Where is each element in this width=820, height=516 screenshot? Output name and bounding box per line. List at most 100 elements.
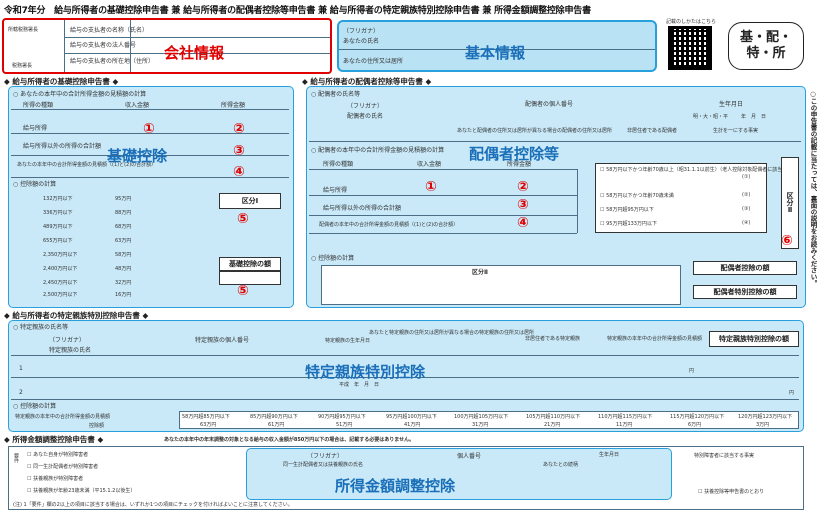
- adjust-check-2[interactable]: ☐ 同一生計配偶者が特別障害者: [27, 463, 98, 470]
- adjust-note: (注) 1「要件」欄の2以上の項目に該当する場合は、いずれか1つの項目にチェック…: [13, 502, 293, 508]
- your-address-label: あなたの住所又は居所: [343, 58, 404, 65]
- checkbox-icon[interactable]: ☐: [27, 488, 31, 494]
- bracket-5: 2,350万円以下: [43, 252, 78, 258]
- marker-3: ③: [233, 143, 245, 159]
- specific-address-label: あなたと特定親族の住所又は居所が異なる場合の特定親族の住所又は居所: [369, 330, 535, 336]
- spouse-livelihood-label: 生計を一にする事実: [713, 128, 759, 134]
- spouse-marker-2: ②: [517, 179, 529, 195]
- adjust-furigana: （フリガナ）: [307, 453, 344, 460]
- checkbox-icon[interactable]: ☐: [27, 452, 31, 458]
- spec-val-5: 31万円: [472, 422, 489, 428]
- bracket-2: 336万円以下: [43, 210, 73, 216]
- adjust-birthdate-label: 生年月日: [599, 452, 620, 458]
- specific-calc-subheading: ○ 控除額の計算: [13, 403, 57, 410]
- check-code-2: (②): [742, 192, 751, 198]
- specific-calc-label1: 特定親族の本年中の合計所得金額の見積額: [15, 414, 111, 420]
- bracket-4: 655万円以下: [43, 238, 73, 244]
- spec-bracket-9: 120万円超123万円以下: [738, 414, 793, 420]
- specific-info-subheading: ○ 特定親族の氏名等: [13, 324, 69, 331]
- kubun-1-box[interactable]: 区分Ⅰ: [219, 193, 281, 209]
- income-adjustment-note: あなたの本年中の年末調整の対象となる給与の収入金額が850万円以下の場合は、記載…: [164, 437, 415, 443]
- spouse-name-label: 配偶者の氏名: [347, 113, 384, 120]
- adjust-check-1[interactable]: ☐ あなた自身が特別障害者: [27, 451, 88, 458]
- badge-line2: 特・所: [746, 46, 786, 61]
- spouse-marker-4: ④: [517, 215, 529, 231]
- col-income-type: 所得の種類: [23, 102, 54, 109]
- income-adjustment-section: （フリガナ） 同一生計配偶者又は扶養親族の氏名 個人番号 あなたとの続柄 生年月…: [246, 448, 672, 500]
- spouse-nonresident-label: 非居住者である配偶者: [627, 128, 677, 134]
- adjust-check-3[interactable]: ☐ 扶養親族が特別障害者: [27, 475, 83, 482]
- spouse-ymd: 年 月 日: [741, 114, 767, 120]
- qr-caption: 記載のしかたはこちら: [666, 19, 717, 25]
- spec-bracket-5: 100万円超105万円以下: [454, 414, 509, 420]
- check-2[interactable]: ☐ 58万円以下かつ年齢70歳未満: [600, 192, 674, 199]
- specific-yen-2: 円: [789, 390, 795, 396]
- check-4[interactable]: ☐ 95万円超133万円以下: [600, 220, 657, 227]
- checkbox-icon[interactable]: ☐: [600, 221, 604, 227]
- spouse-calc-header: 区分Ⅱ: [472, 269, 488, 276]
- specific-deduction-header: 特定親族特別控除の額: [709, 331, 799, 347]
- basic-deduction-amount-field[interactable]: [219, 271, 281, 285]
- marker-5b: ⑤: [237, 283, 249, 299]
- checkbox-icon[interactable]: ☐: [698, 489, 702, 495]
- adjust-certificate-check[interactable]: ☐ 扶養控除等申告書のとおり: [698, 488, 764, 495]
- row-other-income: 給与所得以外の所得の合計額: [23, 143, 102, 150]
- spec-val-2: 61万円: [268, 422, 285, 428]
- specific-furigana: （フリガナ）: [49, 337, 86, 344]
- checkbox-icon[interactable]: ☐: [27, 464, 31, 470]
- spec-val-3: 51万円: [336, 422, 353, 428]
- specific-calc-table: 58万円超85万円以下 63万円 85万円超90万円以下 61万円 90万円超9…: [179, 411, 799, 429]
- spouse-row-total: 配偶者の本年中の合計所得金額の見積額（(1)と(2)の合計額）: [319, 222, 459, 228]
- checkbox-icon[interactable]: ☐: [600, 207, 604, 213]
- check-1[interactable]: ☐ 58万円以下かつ年齢70歳以上（昭31.1.1以前生）（老人控除対象配偶者に…: [600, 166, 787, 173]
- check-3-text: 58万円超95万円以下: [606, 207, 654, 213]
- payer-name-label: 給与の支払者の名称（氏名）: [70, 27, 149, 34]
- basic-info-section: （フリガナ） あなたの氏名 あなたの住所又は居所 基本情報: [337, 20, 657, 72]
- your-name-label: あなたの氏名: [343, 38, 380, 45]
- spouse-row-salary: 給与所得: [323, 187, 348, 194]
- row-salary-income: 給与所得: [23, 125, 48, 132]
- furigana-label: （フリガナ）: [343, 28, 380, 35]
- badge-line1: 基・配・: [739, 29, 792, 45]
- marker-1: ①: [143, 121, 155, 137]
- tax-office-label: 所轄税務署長: [8, 27, 39, 33]
- form-type-badge: 基・配・ 特・所: [728, 22, 804, 70]
- spouse-furigana: （フリガナ）: [347, 103, 384, 110]
- bracket-1: 132万円以下: [43, 196, 73, 202]
- qr-code-icon[interactable]: [668, 26, 712, 70]
- specific-nonresident-label: 非居住者である特定親族: [525, 336, 580, 342]
- spec-val-7: 11万円: [616, 422, 633, 428]
- adjust-check-4[interactable]: ☐ 扶養親族が年齢23歳未満（平15.1.2以後生）: [27, 487, 135, 494]
- basic-deduction-section: ○ あなたの本年中の合計所得金額の見積額の計算 所得の種類 収入金額 所得金額 …: [8, 86, 294, 308]
- specific-yen-1: 円: [689, 368, 695, 374]
- bracket-val-5: 58万円: [115, 252, 132, 258]
- checkbox-icon[interactable]: ☐: [600, 167, 604, 173]
- adjust-check-1-text: あなた自身が特別障害者: [33, 452, 89, 458]
- specific-row-1: 1: [19, 365, 23, 372]
- specific-row-2: 2: [19, 389, 23, 396]
- check-code-1: (①): [742, 174, 751, 180]
- check-2-text: 58万円以下かつ年齢70歳未満: [606, 193, 674, 199]
- bracket-val-4: 63万円: [115, 238, 132, 244]
- income-adjustment-label: 所得金額調整控除: [335, 477, 456, 495]
- checkbox-icon[interactable]: ☐: [600, 193, 604, 199]
- spec-val-8: 6万円: [688, 422, 702, 428]
- spouse-calc-table: 区分Ⅱ: [321, 265, 681, 305]
- basic-info-label: 基本情報: [465, 44, 526, 62]
- spouse-special-amount-label: 配偶者特別控除の額: [693, 285, 797, 299]
- spec-val-1: 63万円: [200, 422, 217, 428]
- spouse-col-income-type: 所得の種類: [323, 161, 354, 168]
- adjust-req-label: 要件: [13, 453, 19, 463]
- bracket-6: 2,400万円以下: [43, 266, 78, 272]
- adjust-my-number-label: 個人番号: [457, 453, 482, 460]
- bracket-val-8: 16万円: [115, 292, 132, 298]
- check-3[interactable]: ☐ 58万円超95万円以下: [600, 206, 654, 213]
- basic-deduction-table: 132万円以下 95万円 336万円以下 88万円 489万円以下 68万円 6…: [29, 191, 161, 303]
- spec-val-6: 21万円: [544, 422, 561, 428]
- adjust-relation-label: あなたとの続柄: [543, 462, 578, 468]
- marker-5a: ⑤: [237, 211, 249, 227]
- form-title: 令和7年分 給与所得者の基礎控除申告書 兼 給与所得者の配偶者控除等申告書 兼 …: [4, 6, 591, 16]
- spec-bracket-4: 95万円超100万円以下: [386, 414, 437, 420]
- spouse-deduction-label: 配偶者控除等: [469, 145, 560, 163]
- checkbox-icon[interactable]: ☐: [27, 476, 31, 482]
